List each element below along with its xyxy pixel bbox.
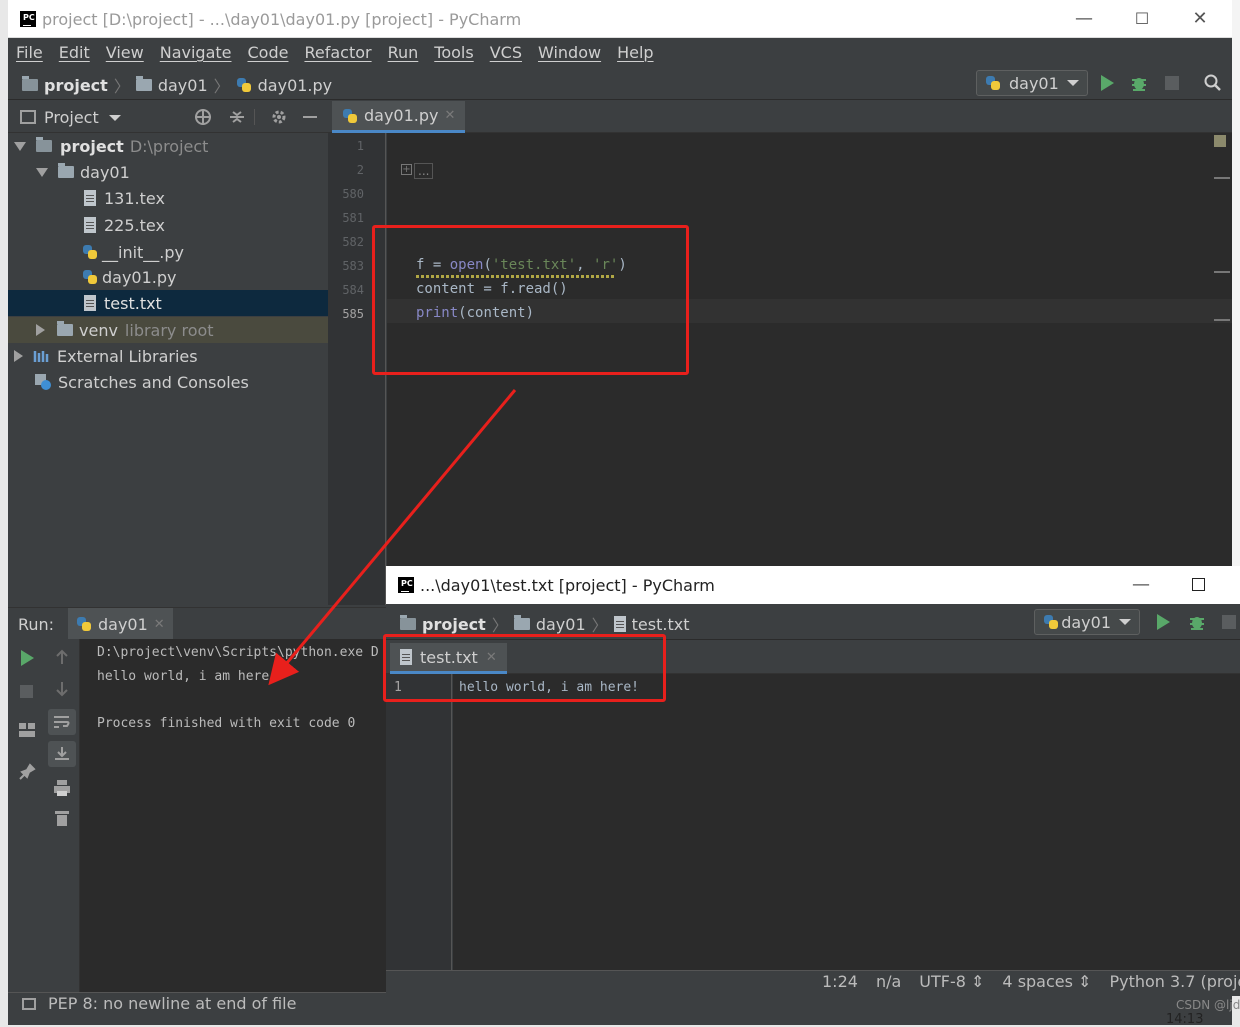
watermark: CSDN @ljd0411 <box>1176 998 1240 1012</box>
desktop-edge <box>1232 0 1240 566</box>
annotation-arrow <box>268 389 517 686</box>
